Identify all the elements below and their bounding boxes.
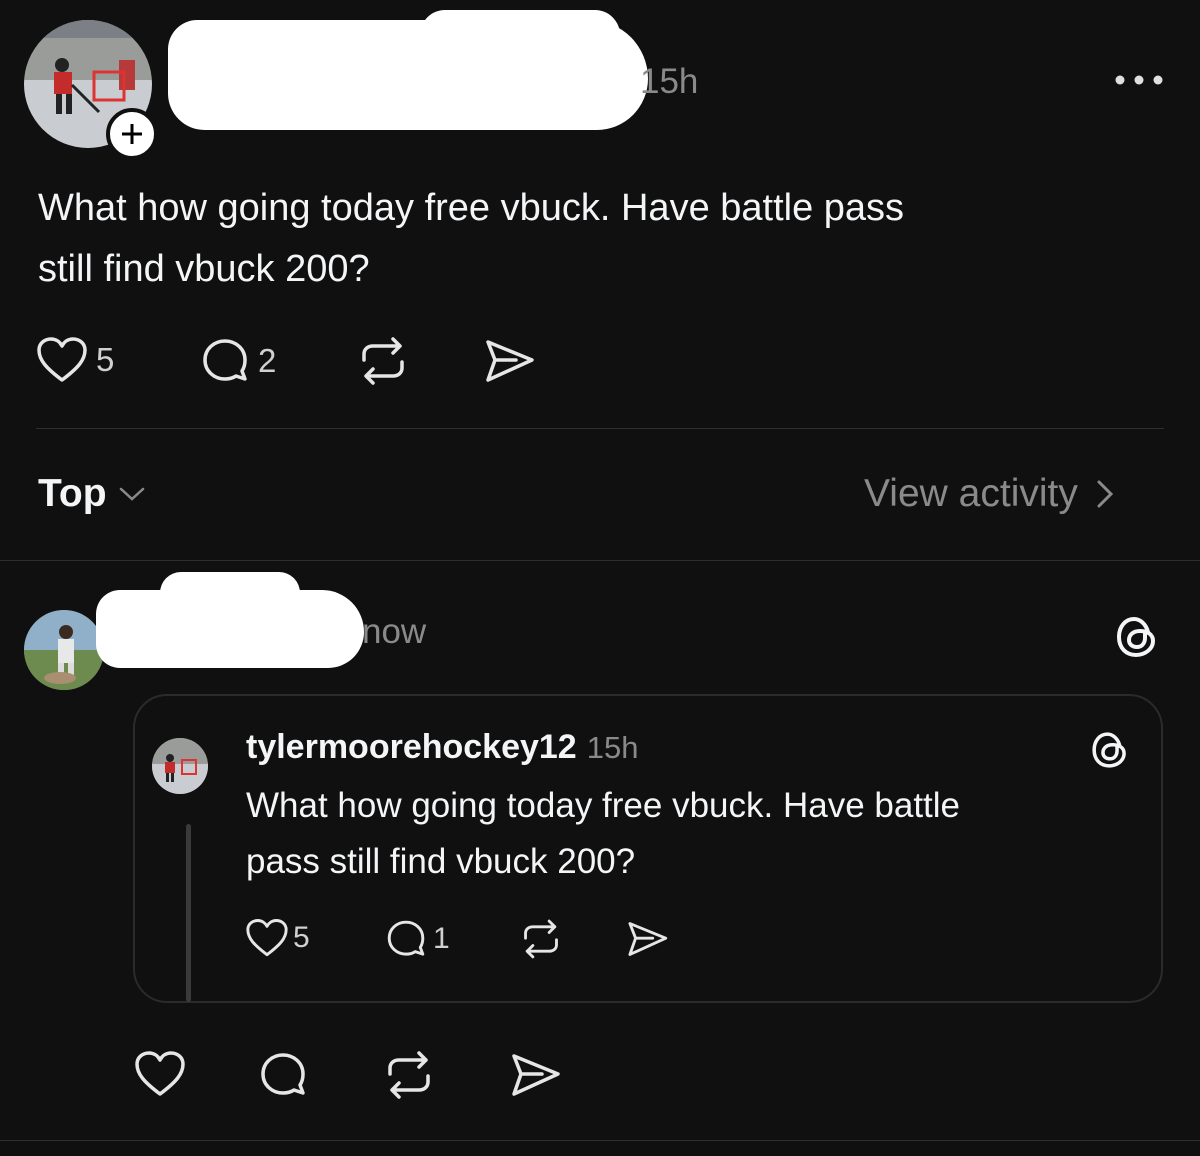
heart-icon (37, 337, 87, 382)
quoted-threads-logo-icon (1088, 728, 1132, 777)
reply-button[interactable]: 2 (200, 336, 276, 386)
chevron-right-icon (1097, 480, 1113, 508)
heart-icon (135, 1051, 185, 1096)
plus-icon (122, 124, 142, 144)
redacted-reply-username-extra (160, 572, 300, 614)
more-options-button[interactable] (1114, 70, 1164, 90)
repost-icon (362, 337, 404, 385)
reply-like-button[interactable] (134, 1050, 186, 1098)
send-icon (512, 1054, 560, 1096)
reply-timestamp: now (362, 612, 427, 651)
quoted-like-button[interactable]: 5 (245, 918, 310, 958)
quoted-reply-button[interactable]: 1 (385, 918, 450, 960)
repost-icon (524, 919, 558, 959)
send-icon (628, 922, 668, 956)
quoted-share-button[interactable] (625, 918, 669, 960)
repost-icon (388, 1051, 430, 1099)
reply-avatar[interactable] (24, 610, 104, 690)
reply-repost-button[interactable] (382, 1050, 436, 1100)
follow-badge[interactable] (106, 108, 158, 160)
section-divider (0, 560, 1200, 561)
sort-label: Top (38, 472, 107, 515)
quoted-repost-button[interactable] (519, 918, 563, 960)
chevron-down-icon (119, 487, 144, 501)
quoted-body: What how going today free vbuck. Have ba… (246, 778, 1126, 890)
quoted-reply-count: 1 (433, 922, 450, 955)
view-activity-label: View activity (864, 472, 1078, 515)
reply-comment-button[interactable] (258, 1050, 308, 1100)
quoted-avatar (152, 738, 208, 794)
like-button[interactable]: 5 (36, 336, 114, 384)
quoted-avatar-photo (152, 738, 208, 794)
redacted-username-extra (420, 10, 620, 60)
send-icon (486, 340, 534, 382)
heart-icon (246, 919, 288, 957)
quoted-post-card[interactable]: tylermoorehockey12 15h What how going to… (133, 694, 1163, 1003)
repost-button[interactable] (356, 336, 410, 386)
comment-icon (261, 1053, 305, 1095)
share-button[interactable] (482, 336, 536, 386)
reply-share-button[interactable] (508, 1050, 562, 1100)
sort-dropdown[interactable]: Top (38, 472, 147, 516)
comment-icon (203, 339, 247, 381)
threads-logo-icon (1112, 612, 1162, 667)
post-divider (36, 428, 1164, 429)
quoted-text-line2: pass still find vbuck 200? (246, 842, 636, 881)
post-text-line1: What how going today free vbuck. Have ba… (38, 187, 905, 229)
post-body: What how going today free vbuck. Have ba… (38, 178, 1158, 300)
post-timestamp: 15h (640, 62, 699, 101)
quoted-text-line1: What how going today free vbuck. Have ba… (246, 786, 961, 825)
bottom-divider (0, 1140, 1200, 1141)
ellipsis-icon (1115, 75, 1163, 85)
post-text-line2: still find vbuck 200? (38, 248, 370, 290)
quoted-header: tylermoorehockey12 15h (246, 728, 638, 767)
like-count: 5 (96, 341, 115, 378)
view-activity-link[interactable]: View activity (864, 472, 1118, 516)
reply-count: 2 (258, 342, 277, 379)
thread-line (186, 824, 191, 1002)
quoted-timestamp: 15h (586, 730, 639, 765)
quoted-like-count: 5 (293, 921, 310, 954)
quoted-username[interactable]: tylermoorehockey12 (246, 728, 577, 767)
reply-avatar-photo (24, 610, 104, 690)
comment-icon (387, 920, 425, 956)
